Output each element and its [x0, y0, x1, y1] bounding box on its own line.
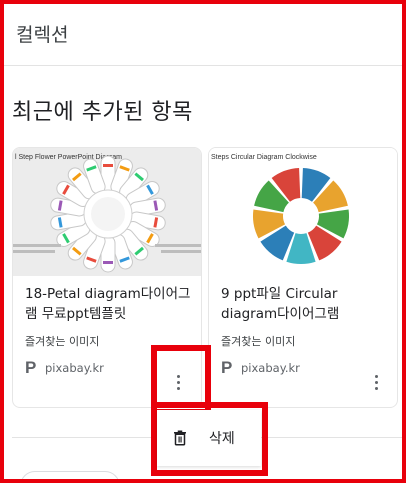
source-label: pixabay.kr [45, 361, 104, 375]
section-title: 최근에 추가된 항목 [12, 100, 193, 125]
card-source: P pixabay.kr [25, 358, 104, 377]
collection-card[interactable]: Steps Circular Diagram Clockwise 9 ppt파일… [208, 147, 398, 408]
more-vert-icon [176, 374, 180, 378]
trash-icon [174, 430, 186, 446]
card-title[interactable]: 9 ppt파일 Circular diagram다이어그램 [221, 284, 393, 324]
page-header: 컬렉션 [0, 0, 406, 66]
more-vert-icon [374, 374, 378, 378]
card-source: P pixabay.kr [221, 358, 300, 377]
card-subtitle: 즐겨찾는 이미지 [25, 335, 100, 348]
pixabay-logo-icon: P [25, 358, 37, 377]
more-options-button[interactable] [366, 370, 386, 394]
bottom-chip[interactable] [20, 471, 120, 483]
pixabay-logo-icon: P [221, 358, 233, 377]
card-title[interactable]: 18-Petal diagram다이어그램 무료ppt템플릿 [25, 284, 197, 324]
source-label: pixabay.kr [241, 361, 300, 375]
card-thumbnail[interactable]: Steps Circular Diagram Clockwise [209, 148, 397, 276]
card-thumbnail[interactable]: l Step Flower PowerPoint Diagram [13, 148, 201, 276]
delete-label: 삭제 [209, 431, 235, 447]
context-menu-delete[interactable]: 삭제 [157, 410, 261, 466]
card-subtitle: 즐겨찾는 이미지 [221, 335, 296, 348]
collection-card[interactable]: l Step Flower PowerPoint Diagram 18-Peta… [12, 147, 202, 408]
circular-diagram-image [253, 168, 349, 264]
page-title: 컬렉션 [16, 24, 69, 46]
more-options-button[interactable] [168, 370, 188, 394]
flower-diagram-image [13, 155, 201, 273]
